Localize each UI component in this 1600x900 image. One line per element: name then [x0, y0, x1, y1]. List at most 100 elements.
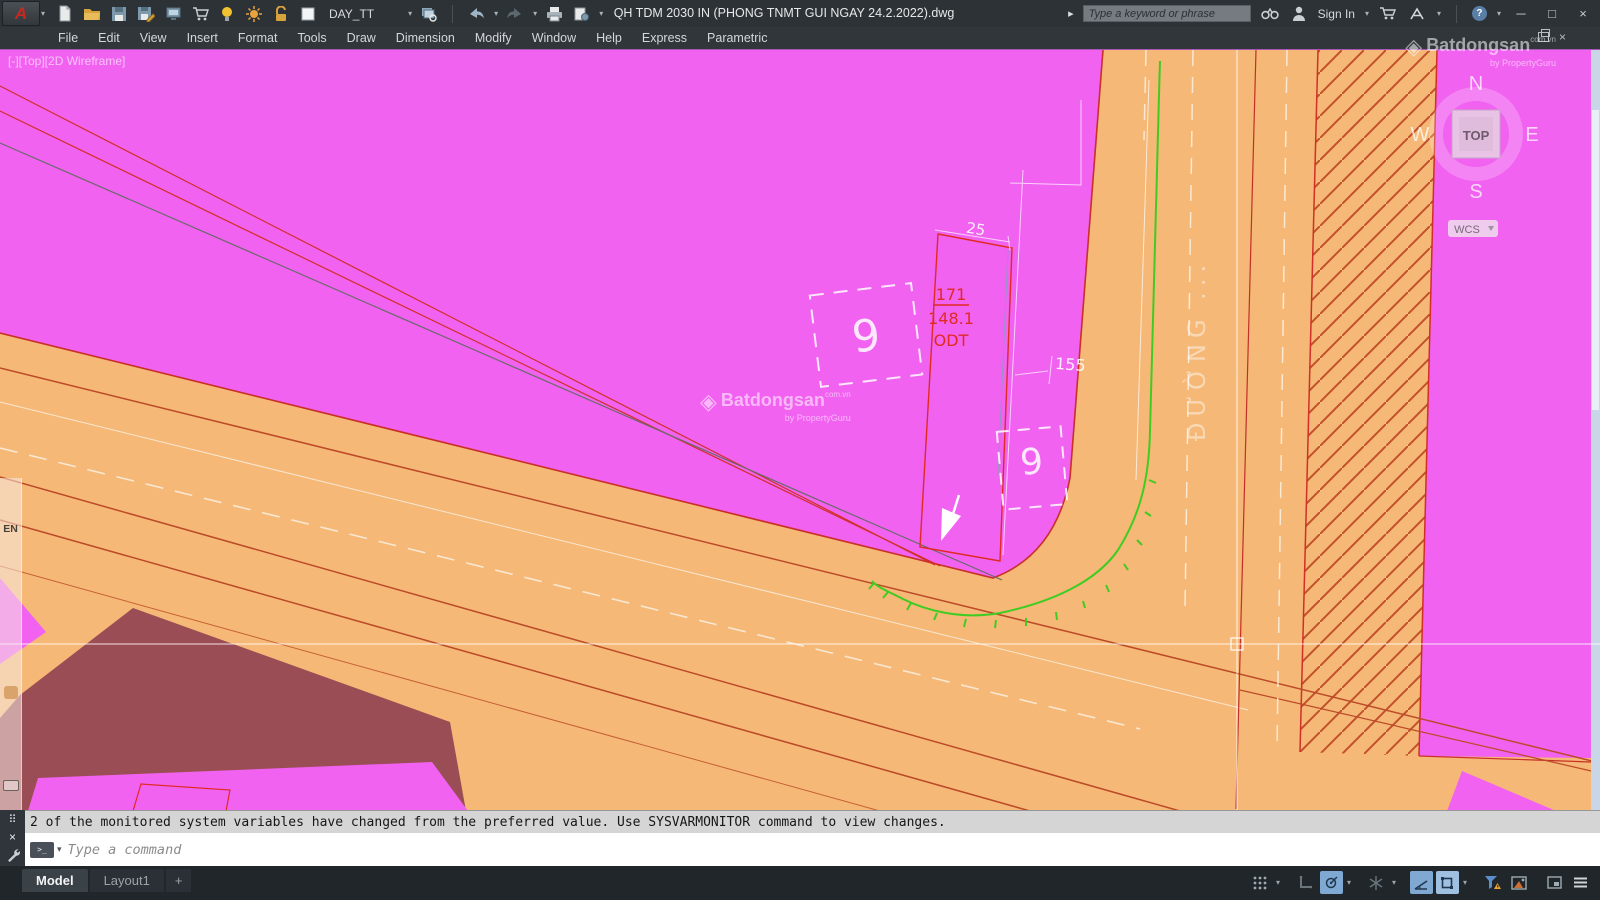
status-bar: Model Layout1 + ▾ ▾ ▾ ▾ [0, 866, 1600, 900]
annotation-monitor-warning-icon[interactable] [1481, 871, 1504, 894]
print-icon[interactable] [544, 4, 564, 24]
customize-wrench-icon[interactable] [0, 846, 25, 864]
search-expander-icon[interactable]: ▸ [1068, 7, 1074, 20]
redo-icon[interactable] [505, 4, 525, 24]
help-dropdown-icon[interactable]: ▾ [1497, 9, 1501, 18]
quick-access-toolbar: DAY_TT ▾ ▾ ▾ ▾ [55, 4, 603, 24]
sign-in-dropdown-icon[interactable]: ▾ [1365, 9, 1369, 18]
menu-help[interactable]: Help [586, 31, 632, 45]
save-as-icon[interactable] [136, 4, 156, 24]
isometric-drafting-icon[interactable] [1365, 871, 1388, 894]
parcel-area-text: 148.1 [928, 309, 974, 328]
viewport-controls-label[interactable]: [-][Top][2D Wireframe] [8, 54, 125, 68]
menu-draw[interactable]: Draw [337, 31, 386, 45]
viewcube-north[interactable]: N [1469, 73, 1483, 95]
autodesk-logo-icon[interactable] [1407, 4, 1427, 24]
snap-mode-icon[interactable] [1294, 871, 1317, 894]
wcs-control[interactable]: WCS [1448, 220, 1498, 237]
save-icon[interactable] [109, 4, 129, 24]
close-button[interactable]: × [1572, 6, 1594, 21]
object-snap-tracking-icon[interactable] [1410, 871, 1433, 894]
language-label: EN [0, 523, 21, 535]
search-binoculars-icon[interactable] [1260, 4, 1280, 24]
search-input[interactable] [1083, 5, 1251, 22]
command-input[interactable] [68, 842, 1600, 858]
undo-icon[interactable] [466, 4, 486, 24]
annotation-scale-icon[interactable] [1507, 871, 1530, 894]
command-prompt-icon[interactable]: >_ [30, 842, 54, 858]
osnap-dropdown-icon[interactable]: ▾ [1463, 878, 1467, 887]
system-message-bar: 2 of the monitored system variables have… [25, 810, 1600, 833]
autocad-a-letter: A [15, 4, 27, 24]
viewcube-south[interactable]: S [1469, 181, 1482, 203]
customization-menu-icon[interactable] [1569, 871, 1592, 894]
menu-modify[interactable]: Modify [465, 31, 522, 45]
plot-device-icon[interactable] [163, 4, 183, 24]
block-9b-label: 9 [1018, 441, 1044, 484]
language-bar[interactable]: EN [0, 478, 22, 810]
menu-parametric[interactable]: Parametric [697, 31, 777, 45]
sign-in-button[interactable]: Sign In [1318, 7, 1355, 21]
window-title: QH TDM 2030 IN (PHONG TNMT GUI NGAY 24.2… [614, 0, 955, 27]
maximize-button[interactable]: □ [1541, 6, 1563, 21]
help-glyph: ? [1476, 8, 1482, 19]
keyboard-icon[interactable] [3, 780, 19, 791]
menu-express[interactable]: Express [632, 31, 697, 45]
menu-dimension[interactable]: Dimension [386, 31, 465, 45]
autocad-app-icon[interactable]: A [2, 1, 40, 26]
autodesk-dropdown-icon[interactable]: ▾ [1437, 9, 1441, 18]
menu-insert[interactable]: Insert [177, 31, 228, 45]
command-line: >_ ▾ [25, 833, 1600, 866]
drawing-close-icon[interactable]: × [1559, 30, 1566, 44]
menu-edit[interactable]: Edit [88, 31, 130, 45]
layer-properties-icon[interactable] [419, 4, 439, 24]
menu-view[interactable]: View [130, 31, 177, 45]
app-menu-dropdown-icon[interactable]: ▾ [41, 9, 45, 18]
qat-customize-dropdown-icon[interactable]: ▾ [599, 9, 603, 18]
viewcube-west[interactable]: W [1411, 124, 1430, 146]
drawing-canvas[interactable]: 9 9 171 148.1 ODT 25 155 ĐƯỜNG ... N W [0, 49, 1600, 810]
plot-preview-icon[interactable] [571, 4, 591, 24]
store-cart-icon[interactable] [1378, 4, 1398, 24]
grid-display-icon[interactable] [1249, 871, 1272, 894]
layer-dropdown-icon[interactable]: ▾ [408, 9, 412, 18]
menu-tools[interactable]: Tools [287, 31, 336, 45]
command-close-icon[interactable]: × [0, 828, 25, 846]
object-snap-icon[interactable] [1436, 871, 1459, 894]
open-folder-icon[interactable] [82, 4, 102, 24]
layer-on-bulb-icon[interactable] [217, 4, 237, 24]
grid-dropdown-icon[interactable]: ▾ [1276, 878, 1280, 887]
scrollbar-thumb[interactable] [1592, 110, 1599, 410]
layer-color-swatch[interactable] [298, 4, 318, 24]
toolbar-separator [452, 5, 453, 23]
help-icon[interactable]: ? [1472, 6, 1487, 21]
polar-dropdown-icon[interactable]: ▾ [1347, 878, 1351, 887]
menu-file[interactable]: File [48, 31, 88, 45]
drawing-restore-icon[interactable] [1538, 32, 1549, 42]
layer-freeze-sun-icon[interactable] [244, 4, 264, 24]
add-layout-button[interactable]: + [166, 869, 192, 892]
redo-dropdown-icon[interactable]: ▾ [533, 9, 537, 18]
minimize-button[interactable]: ─ [1510, 6, 1532, 21]
new-file-icon[interactable] [55, 4, 75, 24]
command-history-dropdown-icon[interactable]: ▾ [57, 844, 62, 855]
parcel-zone-text: ODT [934, 331, 969, 350]
polar-tracking-icon[interactable] [1320, 871, 1343, 894]
viewcube-east[interactable]: E [1525, 124, 1538, 146]
command-grip-icon[interactable]: ⠿ [0, 810, 25, 828]
layout-tabs: Model Layout1 + [22, 869, 191, 892]
wcs-label: WCS [1454, 224, 1480, 236]
touch-keyboard-icon[interactable] [4, 686, 18, 699]
viewcube-top-face[interactable]: TOP [1463, 128, 1490, 143]
tab-model[interactable]: Model [22, 869, 88, 892]
undo-dropdown-icon[interactable]: ▾ [494, 9, 498, 18]
cart-icon[interactable] [190, 4, 210, 24]
user-icon[interactable] [1289, 4, 1309, 24]
tab-layout1[interactable]: Layout1 [90, 869, 164, 892]
layer-dropdown-value[interactable]: DAY_TT [329, 7, 374, 21]
iso-dropdown-icon[interactable]: ▾ [1392, 878, 1396, 887]
menu-window[interactable]: Window [522, 31, 586, 45]
menu-format[interactable]: Format [228, 31, 288, 45]
layer-unlock-icon[interactable] [271, 4, 291, 24]
clean-screen-icon[interactable] [1543, 871, 1566, 894]
